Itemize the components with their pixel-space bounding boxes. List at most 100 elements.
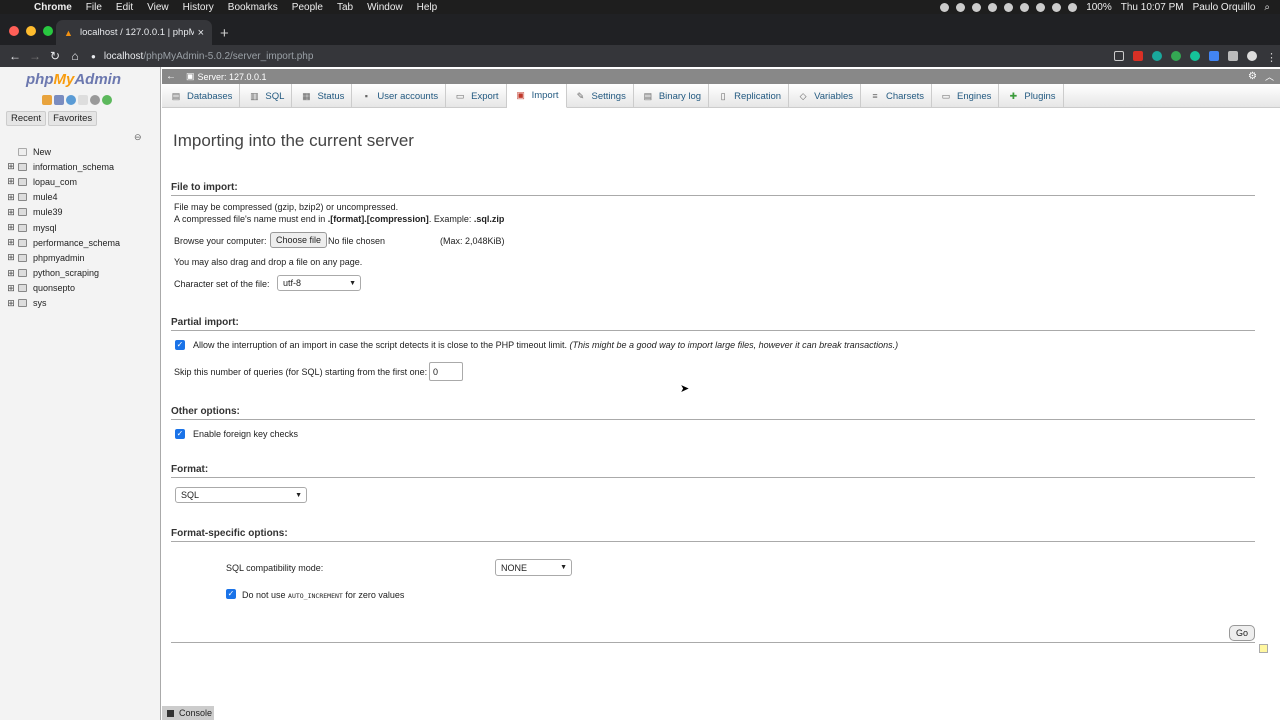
tab-replication[interactable]: ▯ Replication [709,84,790,108]
tree-item-database[interactable]: ⊞ mule39 [6,205,120,220]
expand-icon[interactable]: ⊞ [6,161,16,172]
sync-icon[interactable] [988,2,998,12]
reload-icon[interactable] [102,95,112,105]
tree-item-database[interactable]: ⊞ lopau_com [6,174,120,189]
tree-item-database[interactable]: ⊞ mysql [6,220,120,235]
zoom-window-button[interactable] [43,26,53,36]
tab-settings[interactable]: ✎ Settings [567,84,634,108]
tab-charsets[interactable]: ≡ Charsets [861,84,933,108]
tree-item-database[interactable]: ⊞ quonsepto [6,281,120,296]
help-icon[interactable] [66,95,76,105]
cloud-upload-icon[interactable] [972,2,982,12]
home-icon[interactable] [42,95,52,105]
settings-icon[interactable] [1020,2,1030,12]
logout-icon[interactable] [54,95,64,105]
expand-icon[interactable]: ⊞ [6,237,16,248]
choose-file-button[interactable]: Choose file [270,232,328,248]
foreign-key-checks-checkbox[interactable]: ✓ [175,429,185,439]
console-toggle[interactable]: Console [162,706,214,720]
expand-icon[interactable]: ⊞ [6,252,16,263]
tab-engines[interactable]: ▭ Engines [932,84,1000,108]
menu-people[interactable]: People [292,2,323,13]
menu-window[interactable]: Window [367,2,403,13]
tab-binary-log[interactable]: ▤ Binary log [634,84,710,108]
tree-item-new[interactable]: New [6,144,120,159]
extension-red-icon[interactable] [1133,51,1143,61]
extension-blue-icon[interactable] [1209,51,1219,61]
browser-tab-active[interactable]: ▲ localhost / 127.0.0.1 | phpMyAdmin × [56,20,212,45]
profile-avatar-icon[interactable] [1247,51,1257,61]
extension-teal-icon[interactable] [1152,51,1162,61]
expand-icon[interactable]: ⊞ [6,207,16,218]
home-icon[interactable]: ⌂ [65,49,85,63]
tab-user-accounts[interactable]: ▪ User accounts [352,84,447,108]
server-label[interactable]: Server: 127.0.0.1 [198,72,267,82]
format-select[interactable]: SQL ▼ [175,487,307,503]
menu-edit[interactable]: Edit [116,2,133,13]
no-auto-increment-label[interactable]: Do not use AUTO_INCREMENT for zero value… [242,590,404,600]
expand-icon[interactable]: ⊞ [6,176,16,187]
info-icon[interactable]: ● [91,52,96,61]
menu-tab[interactable]: Tab [337,2,353,13]
no-auto-increment-checkbox[interactable]: ✓ [226,589,236,599]
skip-queries-input[interactable]: 0 [429,362,463,381]
tab-import[interactable]: ▣ Import [506,84,567,108]
sticky-note-icon[interactable] [1259,644,1268,653]
menu-history[interactable]: History [183,2,214,13]
recent-tab[interactable]: Recent [6,111,47,126]
menu-bookmarks[interactable]: Bookmarks [228,2,278,13]
tree-item-database[interactable]: ⊞ mule4 [6,190,120,205]
tree-item-database[interactable]: ⊞ python_scraping [6,266,120,281]
foreign-key-checks-label[interactable]: Enable foreign key checks [193,429,298,439]
extension-green-icon[interactable] [1171,51,1181,61]
menu-file[interactable]: File [86,2,102,13]
allow-interrupt-label[interactable]: Allow the interruption of an import in c… [193,340,898,350]
docs-icon[interactable] [78,95,88,105]
menu-app-chrome[interactable]: Chrome [34,2,72,13]
minimize-window-button[interactable] [26,26,36,36]
settings-icon[interactable]: ⚙ [1248,71,1257,82]
volume-icon[interactable] [1068,2,1078,12]
chrome-menu-icon[interactable]: ⋮ [1266,51,1277,64]
tree-item-database[interactable]: ⊞ performance_schema [6,235,120,250]
menu-help[interactable]: Help [417,2,438,13]
tab-databases[interactable]: ▤ Databases [162,84,241,108]
grammarly-icon[interactable] [1190,51,1200,61]
close-tab-icon[interactable]: × [198,27,204,39]
link-with-main-icon[interactable]: ⊖ [134,132,142,143]
go-button[interactable]: Go [1229,625,1255,641]
menu-view[interactable]: View [147,2,169,13]
back-icon[interactable]: ← [5,49,25,63]
clock[interactable]: Thu 10:07 PM [1121,2,1184,13]
cloud-icon[interactable] [956,2,966,12]
record-icon[interactable] [940,2,950,12]
battery-percent[interactable]: 100% [1086,2,1112,13]
reload-icon[interactable]: ↻ [45,49,65,63]
compat-mode-select[interactable]: NONE ▼ [495,559,572,576]
shield-icon[interactable] [1004,2,1014,12]
bookmark-star-icon[interactable] [1114,51,1124,61]
charset-select[interactable]: utf-8 ▼ [277,275,361,291]
new-tab-icon[interactable]: + [220,25,229,42]
tree-item-database[interactable]: ⊞ phpmyadmin [6,250,120,265]
expand-icon[interactable]: ⊞ [6,283,16,294]
expand-icon[interactable]: ⊞ [6,222,16,233]
tab-export[interactable]: ▭ Export [446,84,507,108]
expand-icon[interactable]: ⊞ [6,298,16,309]
puzzle-icon[interactable] [1228,51,1238,61]
forward-icon[interactable]: → [25,49,45,63]
tab-sql[interactable]: ▥ SQL [240,84,293,108]
spotlight-icon[interactable]: ⌕ [1264,2,1270,13]
favorites-tab[interactable]: Favorites [48,111,98,126]
collapse-header-icon[interactable]: ︿ [1265,70,1274,83]
user-name[interactable]: Paulo Orquillo [1193,2,1256,13]
tab-plugins[interactable]: ✚ Plugins [999,84,1064,108]
tab-variables[interactable]: ◇ Variables [789,84,861,108]
tree-item-database[interactable]: ⊞ sys [6,296,120,311]
tree-item-database[interactable]: ⊞ information_schema [6,159,120,174]
collapse-nav-icon[interactable]: ← [166,71,176,82]
address-bar[interactable]: ● localhost/phpMyAdmin-5.0.2/server_impo… [91,47,1081,65]
expand-icon[interactable]: ⊞ [6,192,16,203]
expand-icon[interactable]: ⊞ [6,268,16,279]
tab-status[interactable]: ▦ Status [292,84,353,108]
